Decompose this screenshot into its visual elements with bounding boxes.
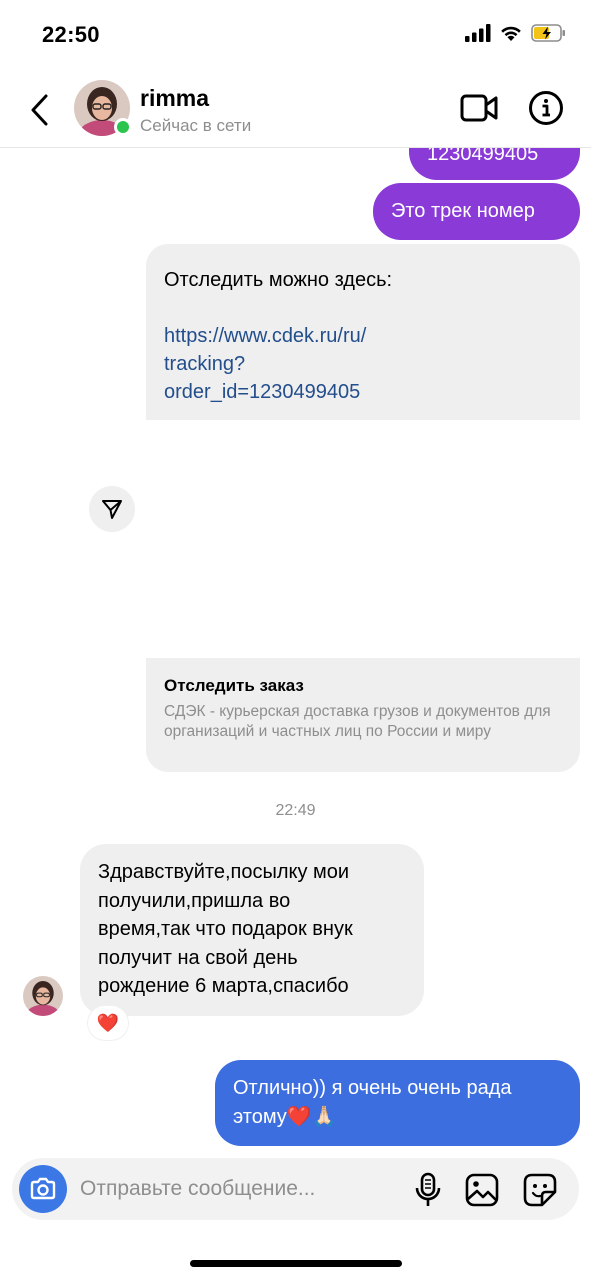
message-line: этому❤️🙏🏻 [233, 1105, 337, 1128]
status-time: 22:50 [42, 22, 100, 47]
link-preview-description: СДЭК - курьерская доставка грузов и доку… [164, 703, 551, 740]
heart-icon: ❤️ [96, 1012, 120, 1033]
gallery-button[interactable] [464, 1172, 500, 1208]
status-bar: 22:50 [0, 0, 591, 70]
send-arrow-icon [102, 500, 122, 519]
contact-avatar-wrap[interactable] [74, 80, 132, 136]
message-bubble-outgoing[interactable]: Отлично)) я очень очень рада этому❤️🙏🏻 [215, 1060, 580, 1146]
message-composer [12, 1158, 579, 1220]
battery-icon [531, 24, 565, 42]
tracking-link-bubble[interactable]: Отследить можно здесь: https://www.cdek.… [146, 244, 580, 420]
message-bubble-incoming[interactable]: Здравствуйте,посылку мои получили,пришла… [80, 844, 424, 1016]
back-button[interactable] [24, 90, 56, 130]
image-icon [465, 1173, 499, 1207]
message-text: 1230499405 [427, 148, 539, 165]
message-input[interactable] [80, 1158, 380, 1220]
message-line: рождение 6 марта,спасибо [98, 975, 349, 998]
message-line: Здравствуйте,посылку мои [98, 861, 350, 883]
share-button[interactable] [89, 486, 135, 532]
info-button[interactable] [528, 90, 564, 126]
online-indicator [114, 118, 132, 136]
chevron-left-icon [31, 94, 48, 126]
home-indicator[interactable] [190, 1260, 402, 1267]
message-text: Отследить можно здесь: [164, 269, 393, 291]
contact-status: Сейчас в сети [140, 116, 252, 135]
contact-name[interactable]: rimma [140, 85, 209, 112]
tracking-link[interactable]: https://www.cdek.ru/ru/ tracking? order_… [164, 322, 562, 406]
message-line: получит на свой день [98, 946, 298, 969]
message-bubble-outgoing[interactable]: 1230499405 [409, 148, 580, 180]
chat-thread[interactable]: 1230499405 Это трек номер Отследить можн… [0, 148, 591, 1153]
signal-icon [465, 24, 491, 42]
status-icons [465, 24, 567, 42]
video-camera-icon [460, 94, 498, 122]
microphone-button[interactable] [412, 1172, 444, 1208]
message-line: получили,пришла во [98, 889, 291, 912]
sender-avatar[interactable] [23, 976, 63, 1016]
chat-header: rimma Сейчас в сети [0, 70, 591, 148]
camera-icon [30, 1177, 56, 1200]
heart-reaction[interactable]: ❤️ [88, 1006, 128, 1040]
info-icon [529, 91, 563, 125]
camera-button[interactable] [19, 1165, 67, 1213]
wifi-icon [501, 26, 521, 41]
message-timestamp: 22:49 [275, 802, 316, 819]
message-bubble-outgoing[interactable]: Это трек номер [373, 183, 580, 240]
link-preview-title: Отследить заказ [164, 676, 304, 695]
sticker-button[interactable] [522, 1172, 558, 1208]
sticker-icon [523, 1173, 557, 1207]
video-call-button[interactable] [460, 92, 500, 124]
link-preview-card[interactable]: Отследить заказ СДЭК - курьерская достав… [146, 658, 580, 772]
message-text: Это трек номер [391, 200, 535, 222]
message-line: время,так что подарок внук [98, 918, 353, 941]
message-line: Отлично)) я очень очень рада [233, 1077, 512, 1099]
microphone-icon [415, 1172, 441, 1206]
